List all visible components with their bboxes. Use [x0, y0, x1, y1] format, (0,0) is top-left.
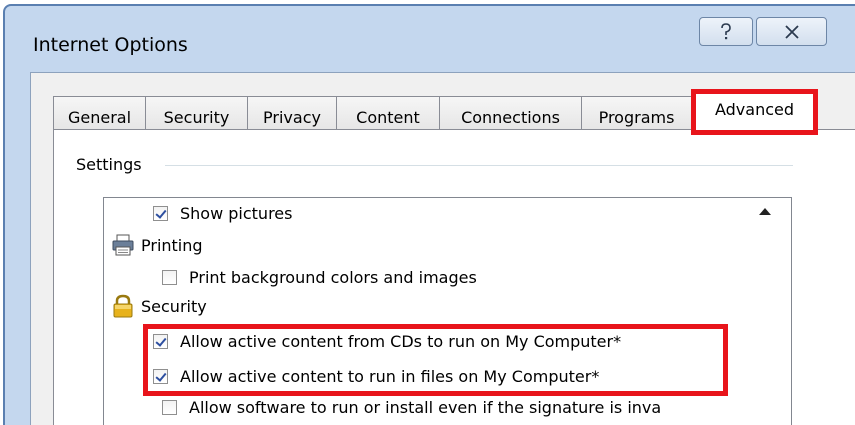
printer-icon [112, 234, 134, 256]
setting-allow-software-install[interactable]: Allow software to run or install even if… [162, 398, 742, 417]
category-label: Printing [141, 235, 203, 255]
window-title: Internet Options [33, 34, 188, 56]
scroll-up-arrow-icon[interactable] [759, 208, 771, 215]
checkbox[interactable] [162, 400, 177, 415]
category-label: Security [141, 296, 207, 316]
tab-strip: General Security Privacy Content Connect… [53, 89, 818, 135]
checkbox[interactable] [162, 270, 177, 285]
setting-label: Show pictures [180, 204, 293, 223]
close-button[interactable] [756, 17, 827, 46]
settings-group-label: Settings [76, 155, 142, 174]
tab-advanced[interactable]: Advanced [691, 89, 818, 135]
settings-divider [165, 165, 793, 166]
setting-label: Print background colors and images [189, 268, 477, 287]
checkbox[interactable] [153, 206, 168, 221]
help-button[interactable] [699, 17, 753, 46]
category-printing: Printing [111, 233, 203, 257]
highlight-box [143, 324, 728, 396]
setting-show-pictures[interactable]: Show pictures [153, 204, 292, 223]
category-security: Security [111, 294, 207, 318]
setting-label: Allow software to run or install even if… [189, 398, 662, 417]
setting-print-background[interactable]: Print background colors and images [162, 268, 477, 287]
vertical-scrollbar[interactable] [743, 198, 791, 425]
help-icon [721, 22, 731, 39]
close-icon [784, 24, 799, 39]
padlock-icon [113, 294, 133, 318]
